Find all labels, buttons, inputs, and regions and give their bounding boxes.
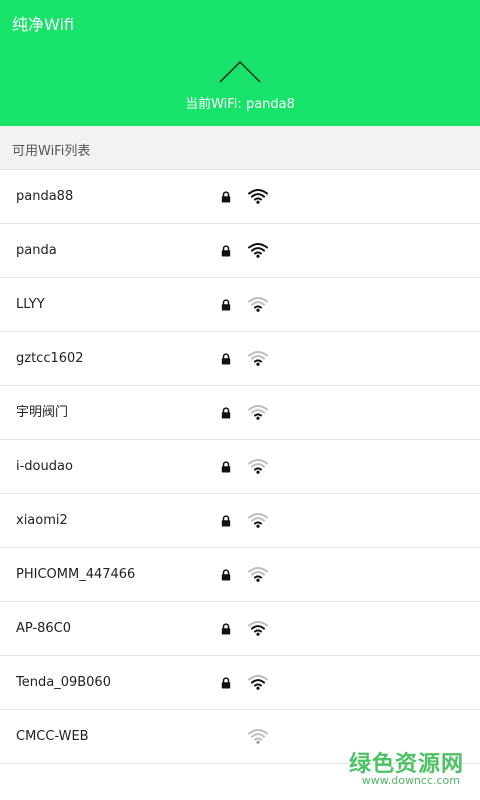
current-wifi-name: panda8 [245, 97, 295, 112]
app-header: 纯净Wifi 当前WiFi: panda8 [0, 0, 480, 126]
wifi-signal-icon [248, 243, 268, 258]
wifi-name: Tenda_09B060 [16, 675, 111, 690]
wifi-row[interactable]: gztcc1602 [0, 332, 480, 386]
current-wifi-status: 当前WiFi: panda8 [0, 96, 480, 114]
lock-icon [221, 353, 231, 365]
wifi-signal-icon [248, 621, 268, 636]
wifi-row[interactable]: panda88 [0, 170, 480, 224]
lock-icon [221, 245, 231, 257]
lock-icon [221, 299, 231, 311]
wifi-name: gztcc1602 [16, 351, 84, 366]
wifi-name: i-doudao [16, 459, 73, 474]
chevron-up-icon[interactable] [218, 60, 262, 84]
wifi-name: xiaomi2 [16, 513, 68, 528]
wifi-signal-icon [248, 351, 268, 366]
lock-icon [221, 461, 231, 473]
wifi-row[interactable]: 宇明阀门 [0, 386, 480, 440]
app-title: 纯净Wifi [12, 15, 74, 34]
watermark-url: www.downcc.com [361, 774, 460, 787]
wifi-signal-icon [248, 405, 268, 420]
wifi-name: panda [16, 243, 57, 258]
wifi-row[interactable]: i-doudao [0, 440, 480, 494]
lock-icon [221, 407, 231, 419]
app-screen: 纯净Wifi 当前WiFi: panda8 可用WiFi列表 panda88 pa… [0, 0, 480, 800]
wifi-row[interactable]: Tenda_09B060 [0, 656, 480, 710]
wifi-name: 宇明阀门 [16, 405, 69, 420]
wifi-name: AP-86C0 [16, 621, 72, 636]
wifi-row[interactable]: AP-86C0 [0, 602, 480, 656]
wifi-signal-icon [248, 297, 268, 312]
wifi-signal-icon [248, 729, 268, 744]
lock-icon [221, 569, 231, 581]
wifi-signal-icon [248, 675, 268, 690]
wifi-row[interactable]: panda [0, 224, 480, 278]
wifi-signal-icon [248, 189, 268, 204]
wifi-row[interactable]: xiaomi2 [0, 494, 480, 548]
wifi-row[interactable]: PHICOMM_447466 [0, 548, 480, 602]
wifi-list: panda88 panda LLYY gztcc1602 宇明阀门 i-doudao xia… [0, 170, 480, 764]
wifi-signal-icon [248, 513, 268, 528]
wifi-name: LLYY [16, 297, 45, 312]
lock-icon [221, 623, 231, 635]
wifi-name: CMCC-WEB [16, 729, 89, 744]
section-header: 可用WiFi列表 [0, 126, 480, 170]
wifi-signal-icon [248, 567, 268, 582]
section-title: 可用WiFi列表 [12, 144, 91, 159]
wifi-name: PHICOMM_447466 [16, 567, 136, 582]
wifi-signal-icon [248, 459, 268, 474]
wifi-row[interactable]: LLYY [0, 278, 480, 332]
wifi-name: panda88 [16, 189, 74, 204]
current-wifi-label: 当前WiFi: [185, 97, 246, 112]
watermark-logo: 绿色资源网 www.downcc.com [344, 746, 464, 790]
lock-icon [221, 515, 231, 527]
lock-icon [221, 191, 231, 203]
lock-icon [221, 677, 231, 689]
